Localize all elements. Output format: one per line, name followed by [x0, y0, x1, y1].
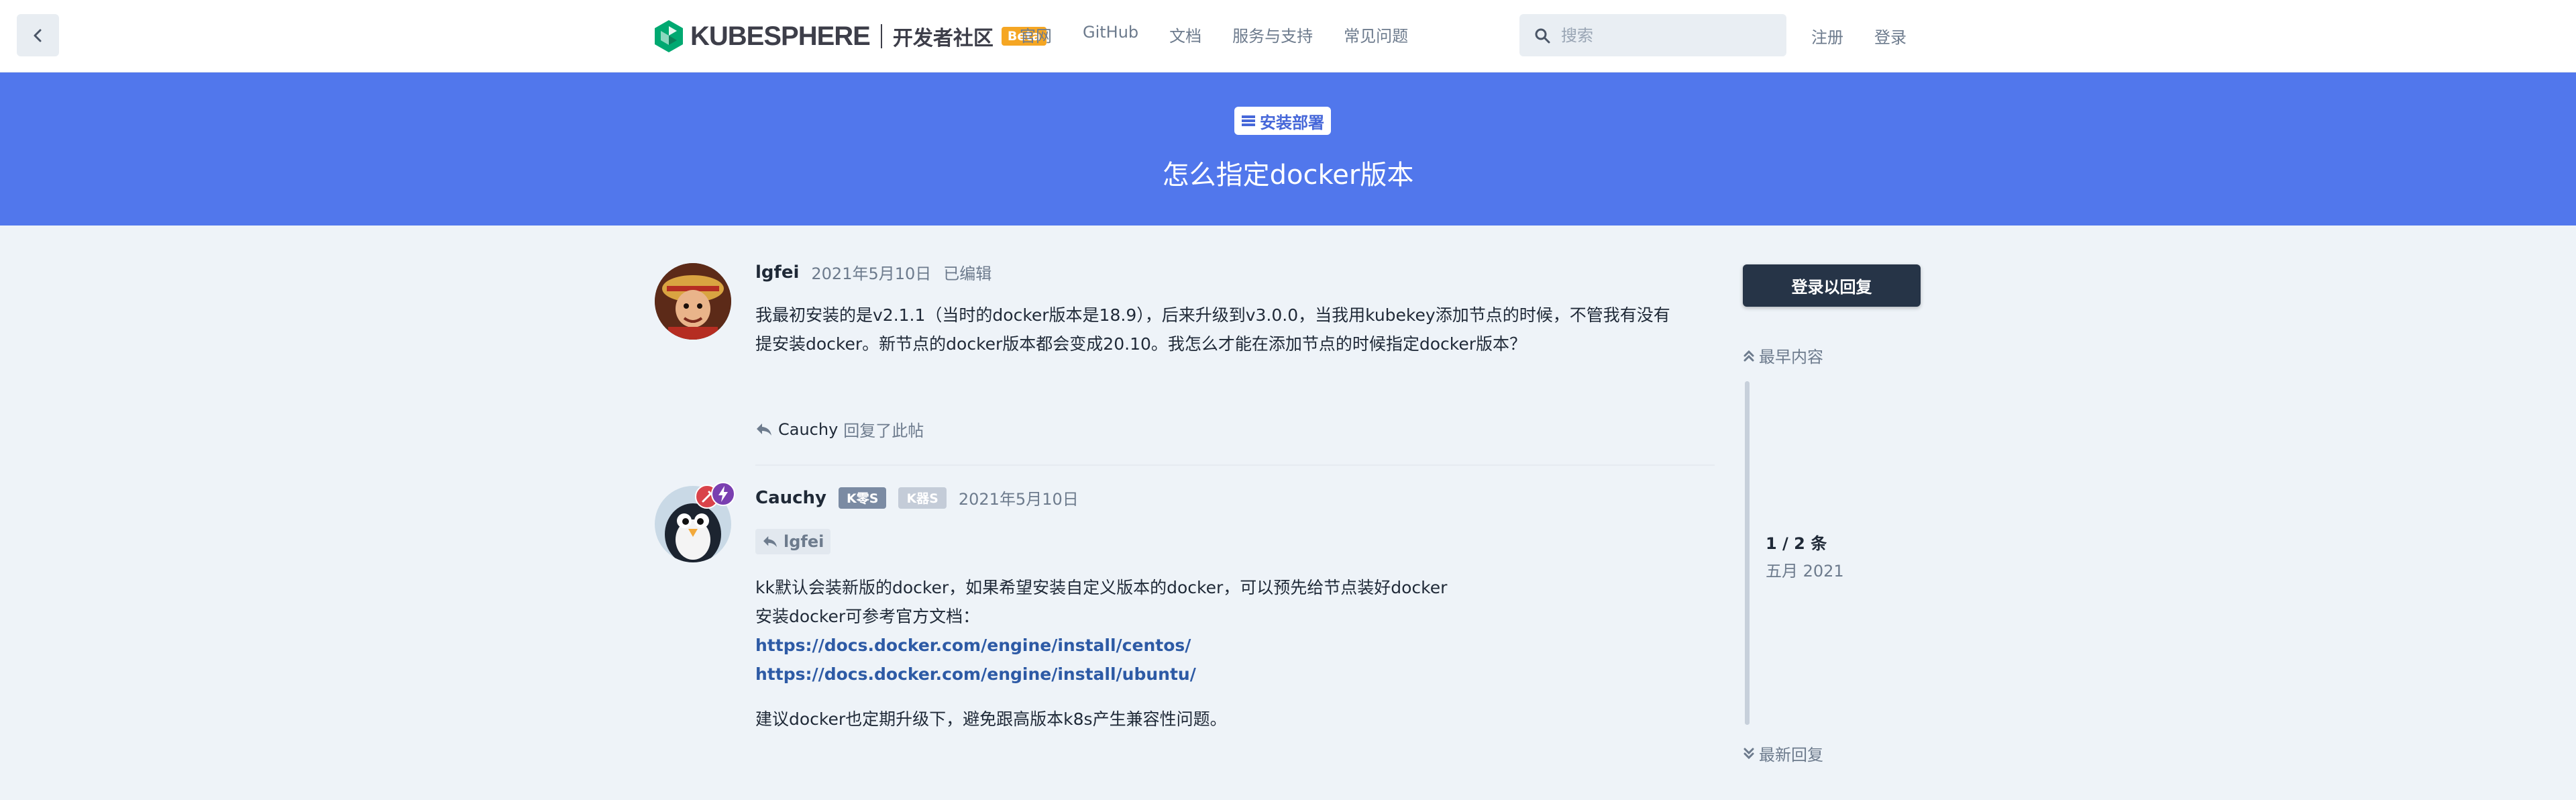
nav-link-github[interactable]: GitHub [1083, 23, 1138, 46]
double-chevron-down-icon [1743, 748, 1754, 759]
user-badges [695, 482, 737, 511]
scrub-latest-label: 最新回复 [1759, 746, 1823, 764]
post-header: lgfei 2021年5月10日 已编辑 [755, 260, 991, 284]
reply-icon [757, 423, 771, 436]
search-box[interactable] [1519, 14, 1786, 56]
logo-divider [880, 24, 882, 48]
top-header: KUBESPHERE 开发者社区 Beta 官网 GitHub 文档 服务与支持… [0, 0, 2576, 72]
post-text-line: kk默认会装新版的docker，如果希望安装自定义版本的docker，可以预先给… [755, 578, 1448, 597]
main-nav: 官网 GitHub 文档 服务与支持 常见问题 [1020, 23, 1408, 46]
nav-link-docs[interactable]: 文档 [1169, 23, 1201, 46]
reply-icon [763, 536, 777, 548]
post-divider [755, 464, 1715, 466]
community-title: 开发者社区 [892, 27, 994, 50]
post-content: kk默认会装新版的docker，如果希望安装自定义版本的docker，可以预先给… [755, 573, 1447, 734]
category-tag[interactable]: 安装部署 [1234, 107, 1331, 135]
site-logo[interactable]: KUBESPHERE 开发者社区 Beta [654, 19, 1047, 54]
post-date[interactable]: 2021年5月10日 [959, 486, 1079, 509]
replied-by-text: 回复了此帖 [843, 421, 924, 440]
scrubber-info: 1 / 2 条 五月 2021 [1766, 530, 1844, 581]
double-chevron-up-icon [1743, 350, 1754, 361]
category-tag-label: 安装部署 [1260, 113, 1324, 132]
nav-link-official-site[interactable]: 官网 [1020, 23, 1052, 46]
post-content: 我最初安装的是v2.1.1（当时的docker版本是18.9），后来升级到v3.… [755, 301, 1670, 358]
nav-link-services[interactable]: 服务与支持 [1232, 23, 1313, 46]
avatar[interactable] [655, 263, 731, 340]
back-button[interactable] [17, 14, 59, 56]
replied-by[interactable]: Cauchy 回复了此帖 [755, 417, 924, 441]
mention-chip[interactable]: lgfei [755, 529, 831, 554]
user-avatar-image [655, 263, 731, 340]
group-badge: K零S [839, 487, 887, 509]
post-text-line: 我最初安装的是v2.1.1（当时的docker版本是18.9），后来升级到v3.… [755, 305, 1670, 325]
scrubber-position: 1 / 2 条 [1766, 534, 1827, 553]
lightning-badge-icon [711, 482, 735, 506]
replied-by-user[interactable]: Cauchy [778, 420, 838, 439]
login-link[interactable]: 登录 [1874, 24, 1907, 48]
group-badge: K器S [898, 487, 947, 509]
post-edited[interactable]: 已编辑 [943, 260, 991, 284]
scrubber-month: 五月 2021 [1766, 562, 1844, 581]
search-icon [1535, 28, 1550, 43]
list-icon [1242, 115, 1255, 126]
mention-user: lgfei [784, 532, 824, 551]
signup-link[interactable]: 注册 [1811, 24, 1843, 48]
docs-link-ubuntu[interactable]: https://docs.docker.com/engine/install/u… [755, 664, 1196, 684]
search-input[interactable] [1561, 26, 1776, 45]
post-header: Cauchy K零S K器S 2021年5月10日 [755, 486, 1079, 509]
chevron-left-icon [34, 29, 41, 42]
scrubber-handle[interactable] [1745, 381, 1750, 725]
scrub-latest-link[interactable]: 最新回复 [1743, 742, 1823, 765]
post-text-line: 建议docker也定期升级下，避免跟高版本k8s产生兼容性问题。 [755, 709, 1227, 729]
login-to-reply-button[interactable]: 登录以回复 [1743, 264, 1921, 307]
docs-link-centos[interactable]: https://docs.docker.com/engine/install/c… [755, 636, 1191, 655]
scrub-earliest-link[interactable]: 最早内容 [1743, 344, 1823, 367]
logo-text: KUBESPHERE [690, 21, 871, 51]
scrub-earliest-label: 最早内容 [1759, 348, 1823, 366]
post-text-line: 安装docker可参考官方文档： [755, 607, 980, 626]
kubesphere-logo-icon [655, 20, 683, 52]
auth-links: 注册 登录 [1811, 24, 1907, 48]
discussion-title: 怎么指定docker版本 [1162, 160, 1414, 191]
discussion-hero: 安装部署 怎么指定docker版本 [0, 72, 2576, 226]
nav-link-faq[interactable]: 常见问题 [1344, 23, 1408, 46]
post-text-line: 提安装docker。新节点的docker版本都会变成20.10。我怎么才能在添加… [755, 334, 1527, 354]
post-author[interactable]: Cauchy [755, 488, 826, 508]
post-author[interactable]: lgfei [755, 262, 799, 283]
post-date[interactable]: 2021年5月10日 [811, 260, 931, 284]
